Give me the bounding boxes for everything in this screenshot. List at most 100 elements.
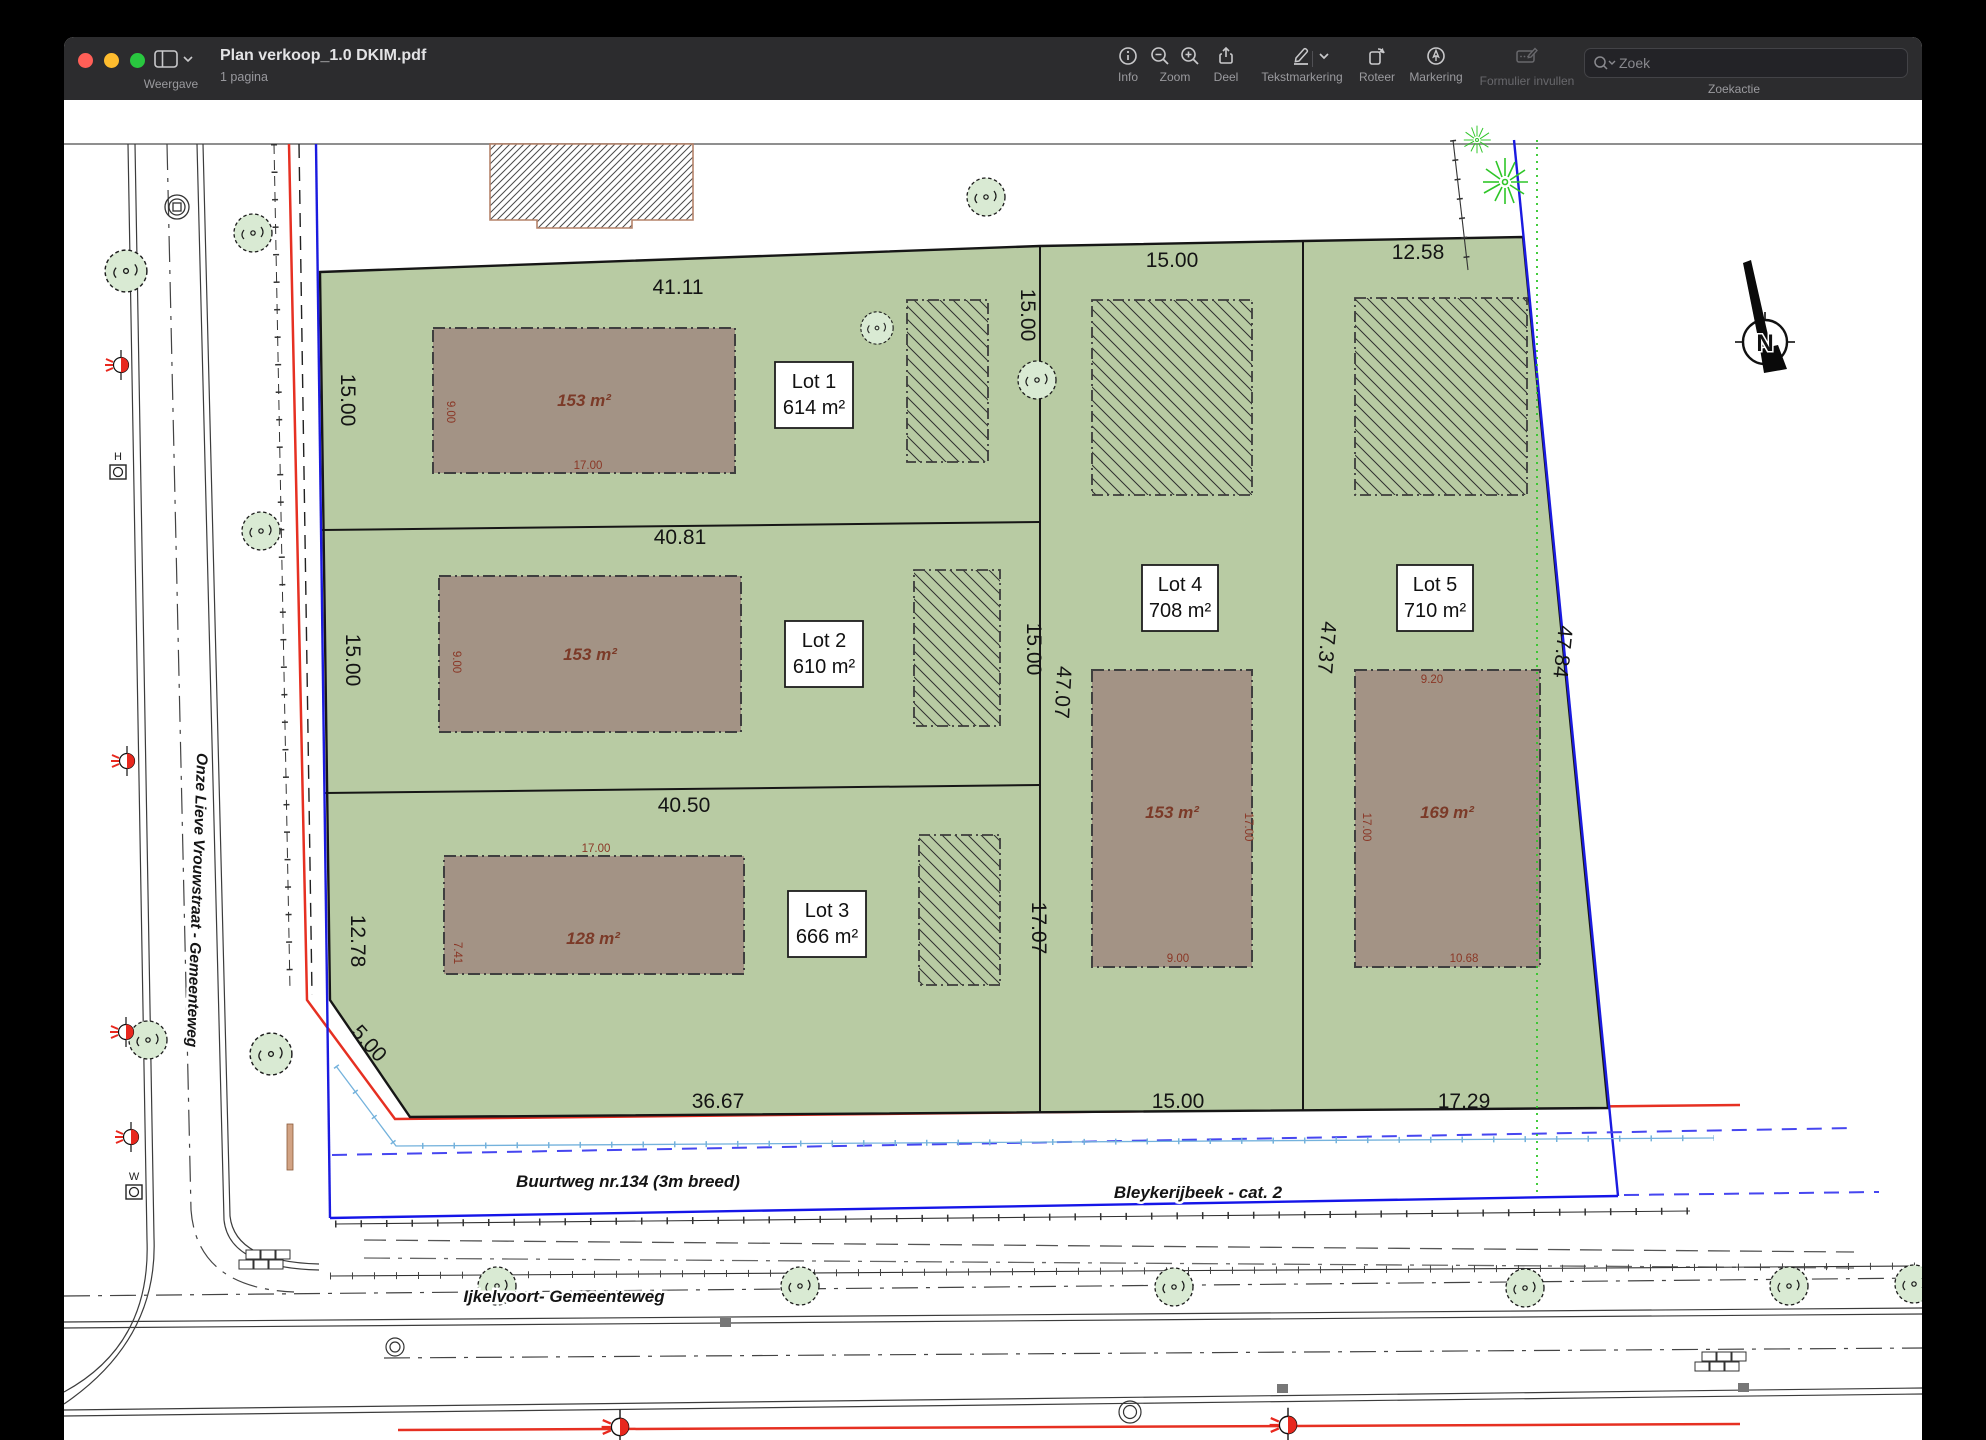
- lot4-label: Lot 4 708 m²: [1142, 565, 1218, 631]
- markup-label: Markering: [1388, 70, 1484, 84]
- street-name: Ijkelvoort- Gemeenteweg: [463, 1287, 665, 1306]
- north-label: N: [1756, 330, 1773, 357]
- svg-text:W: W: [129, 1171, 140, 1183]
- lot5-label: Lot 5 710 m²: [1397, 565, 1473, 631]
- fill-form-icon: [1515, 46, 1539, 66]
- tree-icon: [861, 312, 893, 344]
- manhole-icon: [165, 195, 189, 219]
- svg-text:Lot 1: Lot 1: [792, 371, 836, 393]
- building-dim-label: 9.00: [1167, 953, 1189, 965]
- sidebar-toggle-button[interactable]: [154, 49, 194, 74]
- dimension-label: 36.67: [692, 1090, 745, 1113]
- screenshot-root: { "window": { "title": "Plan verkoop_1.0…: [0, 0, 1986, 1440]
- svg-text:Lot 5: Lot 5: [1413, 574, 1457, 596]
- preview-window: Weergave Plan verkoop_1.0 DKIM.pdf 1 pag…: [64, 37, 1922, 1440]
- street-name: Buurtweg nr.134 (3m breed): [516, 1172, 740, 1191]
- building-dim-label: 10.68: [1450, 953, 1479, 965]
- building-area-label: 153 m²: [563, 645, 618, 664]
- building-lot3: [444, 856, 744, 974]
- spiky-tree-icon: [1483, 158, 1528, 204]
- svg-text:710 m²: 710 m²: [1404, 600, 1467, 622]
- tree-icon: [105, 250, 147, 292]
- pdf-page[interactable]: H W 41.11 15.00: [64, 100, 1922, 1440]
- svg-text:614 m²: 614 m²: [783, 397, 846, 419]
- close-button[interactable]: [78, 53, 93, 68]
- dimension-label: 12.58: [1392, 241, 1445, 264]
- street-lamp-icon: [602, 1410, 629, 1440]
- dimension-label: 15.00: [336, 374, 359, 427]
- dimension-label: 15.00: [1022, 623, 1045, 676]
- site-plan: H W 41.11 15.00: [64, 100, 1922, 1440]
- building-dim-label: 9.00: [444, 401, 456, 423]
- brick-wall-icon: [239, 1250, 290, 1269]
- svg-text:Lot 2: Lot 2: [802, 630, 846, 652]
- dimension-label: 15.00: [1152, 1090, 1205, 1113]
- building-area-label: 169 m²: [1420, 803, 1475, 822]
- tree-icon: [1155, 1268, 1193, 1306]
- sidebar-icon: [154, 49, 194, 69]
- svg-text:708 m²: 708 m²: [1149, 600, 1212, 622]
- document-title: Plan verkoop_1.0 DKIM.pdf: [220, 47, 426, 65]
- dimension-label: 40.50: [658, 794, 711, 817]
- spiky-tree-icon: [1464, 126, 1491, 154]
- hydrant-icon: H: [110, 451, 126, 479]
- tree-icon: [129, 1021, 167, 1059]
- post-symbol: [287, 1124, 293, 1170]
- dimension-label: 47.37: [1313, 620, 1340, 674]
- minimize-button[interactable]: [104, 53, 119, 68]
- tree-icon: [781, 1267, 819, 1305]
- lot3-label: Lot 3 666 m²: [788, 891, 866, 957]
- tree-icon: [1506, 1269, 1544, 1307]
- search-action-label: Zoekactie: [1664, 82, 1804, 96]
- search-input[interactable]: [1617, 54, 1899, 72]
- zoom-out-icon[interactable]: [1150, 46, 1170, 66]
- svg-text:Lot 4: Lot 4: [1158, 574, 1202, 596]
- dimension-label: 41.11: [653, 276, 704, 299]
- building-area-label: 153 m²: [1145, 803, 1200, 822]
- manhole-icon: [386, 1338, 404, 1356]
- water-valve-icon: W: [126, 1171, 142, 1199]
- building-dim-label: 17.00: [1360, 813, 1372, 842]
- svg-text:Lot 3: Lot 3: [805, 900, 849, 922]
- markup-icon: [1426, 46, 1446, 66]
- dimension-label: 12.78: [346, 915, 369, 968]
- building-dim-label: 17.00: [574, 460, 603, 472]
- fullscreen-button[interactable]: [130, 53, 145, 68]
- search-icon: [1593, 55, 1617, 71]
- svg-text:666 m²: 666 m²: [796, 926, 859, 948]
- titlebar: Weergave Plan verkoop_1.0 DKIM.pdf 1 pag…: [64, 37, 1922, 101]
- west-road: [64, 144, 319, 1404]
- share-icon: [1216, 46, 1236, 66]
- south-red-line: [398, 1408, 1740, 1440]
- building-dim-label: 17.00: [1242, 813, 1254, 842]
- dimension-label: 47.07: [1050, 665, 1076, 719]
- building-dim-label: 17.00: [582, 843, 611, 855]
- building-area-label: 153 m²: [557, 391, 612, 410]
- document-page-count: 1 pagina: [220, 70, 268, 84]
- svg-text:610 m²: 610 m²: [793, 656, 856, 678]
- building-area-label: 128 m²: [566, 929, 621, 948]
- street-name: Bleykerijbeek - cat. 2: [1114, 1183, 1283, 1202]
- street-name: Onze Lieve Vrouwstraat - Gemeenteweg: [183, 753, 210, 1048]
- dimension-label: 17.07: [1027, 902, 1050, 955]
- south-roads: [64, 1266, 1922, 1416]
- building-dim-label: 9.00: [450, 651, 462, 673]
- street-lamp-icon: [115, 1122, 139, 1152]
- existing-building: [490, 144, 693, 228]
- search-field[interactable]: [1584, 48, 1908, 78]
- building-dim-label: 9.20: [1421, 674, 1443, 686]
- fill-form-button: Formulier invullen: [1472, 46, 1582, 88]
- lot2-label: Lot 2 610 m²: [785, 621, 863, 687]
- dimension-label: 15.00: [1146, 249, 1199, 272]
- street-lamp-icon: [105, 350, 129, 380]
- view-menu-label: Weergave: [126, 77, 216, 91]
- lot1-label: Lot 1 614 m²: [775, 362, 853, 428]
- markup-button[interactable]: Markering: [1388, 46, 1484, 84]
- brick-wall-icon: [1695, 1352, 1746, 1371]
- north-arrow: N: [1735, 260, 1795, 373]
- tree-icon: [1018, 361, 1056, 399]
- building-dim-label: 7.41: [451, 942, 463, 964]
- dimension-label: 40.81: [654, 526, 707, 549]
- dimension-label: 17.29: [1438, 1090, 1491, 1113]
- tree-icon: [1770, 1267, 1808, 1305]
